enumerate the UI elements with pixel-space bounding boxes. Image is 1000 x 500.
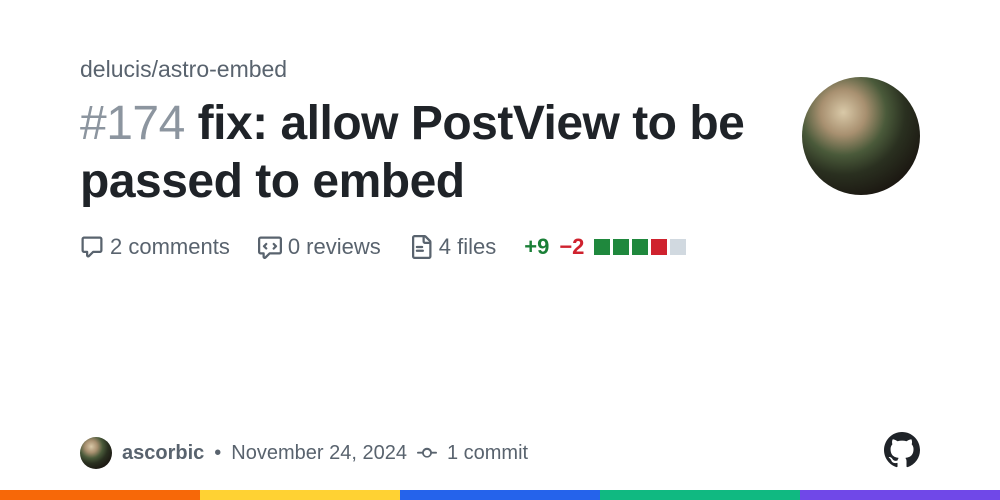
date: November 24, 2024	[231, 442, 407, 465]
pr-title: #174 fix: allow PostView to be passed to…	[80, 95, 778, 210]
pr-number: #174	[80, 97, 185, 150]
diff-block-neutral	[670, 239, 686, 255]
commit-icon	[417, 443, 437, 463]
author-avatar-small	[80, 437, 112, 469]
footer: ascorbic • November 24, 2024 1 commit	[80, 432, 920, 474]
repo-link[interactable]: delucis/astro-embed	[80, 56, 920, 83]
stats-row: 2 comments 0 reviews 4 files +9 −2	[80, 234, 920, 260]
diff-blocks	[594, 239, 686, 255]
commits-count: 1 commit	[447, 442, 528, 465]
diff-block-add	[594, 239, 610, 255]
diff-stats: +9 −2	[524, 234, 686, 260]
file-diff-icon	[409, 235, 433, 259]
deletions: −2	[559, 234, 584, 260]
dot-sep: •	[214, 442, 221, 465]
code-review-icon	[258, 235, 282, 259]
diff-block-del	[651, 239, 667, 255]
github-logo	[884, 432, 920, 474]
rainbow-bar	[0, 490, 1000, 500]
comments-stat: 2 comments	[80, 234, 230, 260]
files-count: 4 files	[439, 234, 496, 260]
additions: +9	[524, 234, 549, 260]
comments-count: 2 comments	[110, 234, 230, 260]
files-stat: 4 files	[409, 234, 496, 260]
author-name: ascorbic	[122, 442, 204, 465]
comment-icon	[80, 235, 104, 259]
diff-block-add	[613, 239, 629, 255]
author-avatar-large	[802, 77, 920, 195]
reviews-stat: 0 reviews	[258, 234, 381, 260]
reviews-count: 0 reviews	[288, 234, 381, 260]
diff-block-add	[632, 239, 648, 255]
